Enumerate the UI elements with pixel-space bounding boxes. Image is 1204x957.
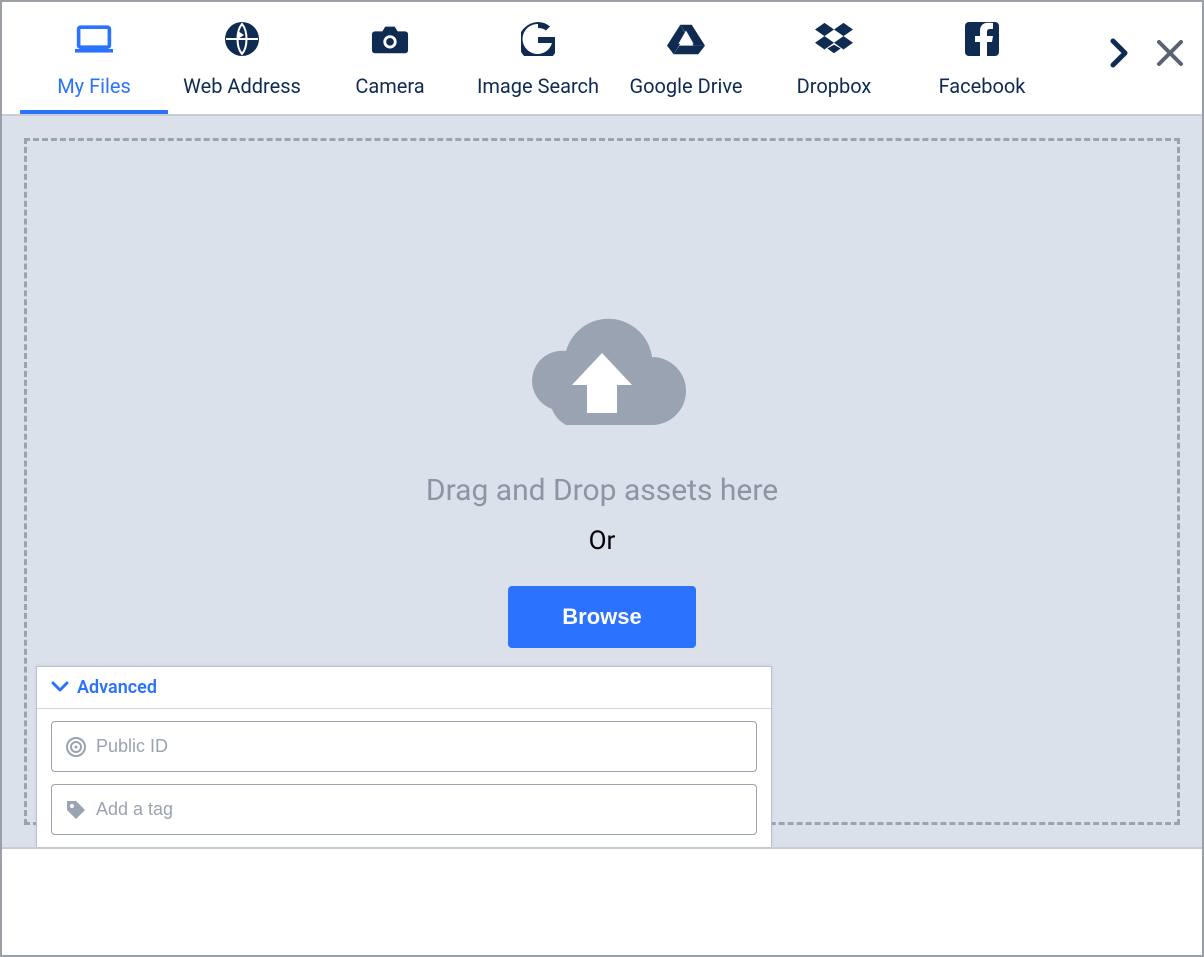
source-tabs-bar: My Files Web Address Camera Image Search — [2, 2, 1202, 114]
camera-icon — [371, 20, 409, 58]
source-tabs-list: My Files Web Address Camera Image Search — [20, 20, 1102, 114]
chevron-down-icon — [51, 677, 69, 698]
tag-icon — [65, 799, 87, 821]
tab-label: Camera — [355, 74, 424, 98]
tab-facebook[interactable]: Facebook — [908, 20, 1056, 114]
google-icon — [519, 20, 557, 58]
fingerprint-icon — [65, 736, 87, 758]
laptop-icon — [75, 20, 113, 58]
tab-label: Dropbox — [797, 74, 872, 98]
tab-dropbox[interactable]: Dropbox — [760, 20, 908, 114]
close-button[interactable] — [1156, 39, 1184, 71]
advanced-panel: Advanced — [36, 666, 772, 847]
tab-label: Google Drive — [629, 74, 742, 98]
public-id-input[interactable] — [51, 721, 757, 772]
footer-area — [2, 847, 1202, 955]
browse-button[interactable]: Browse — [508, 586, 695, 648]
or-text: Or — [589, 526, 616, 556]
tab-image-search[interactable]: Image Search — [464, 20, 612, 114]
tab-label: My Files — [57, 74, 131, 98]
facebook-icon — [963, 20, 1001, 58]
tab-google-drive[interactable]: Google Drive — [612, 20, 760, 114]
tag-input[interactable] — [51, 784, 757, 835]
tab-label: Image Search — [477, 74, 599, 98]
tab-label: Web Address — [183, 74, 301, 98]
tab-web-address[interactable]: Web Address — [168, 20, 316, 114]
upload-panel: Drag and Drop assets here Or Browse Adva… — [2, 114, 1202, 847]
globe-icon — [223, 20, 261, 58]
advanced-toggle[interactable]: Advanced — [37, 667, 771, 709]
dropbox-icon — [815, 20, 853, 58]
tab-my-files[interactable]: My Files — [20, 20, 168, 114]
tab-camera[interactable]: Camera — [316, 20, 464, 114]
tab-label: Facebook — [939, 74, 1026, 98]
advanced-title: Advanced — [77, 677, 157, 698]
gdrive-icon — [667, 20, 705, 58]
drag-drop-text: Drag and Drop assets here — [426, 473, 778, 508]
cloud-upload-icon — [517, 315, 687, 439]
tabs-more-button[interactable] — [1110, 38, 1128, 72]
